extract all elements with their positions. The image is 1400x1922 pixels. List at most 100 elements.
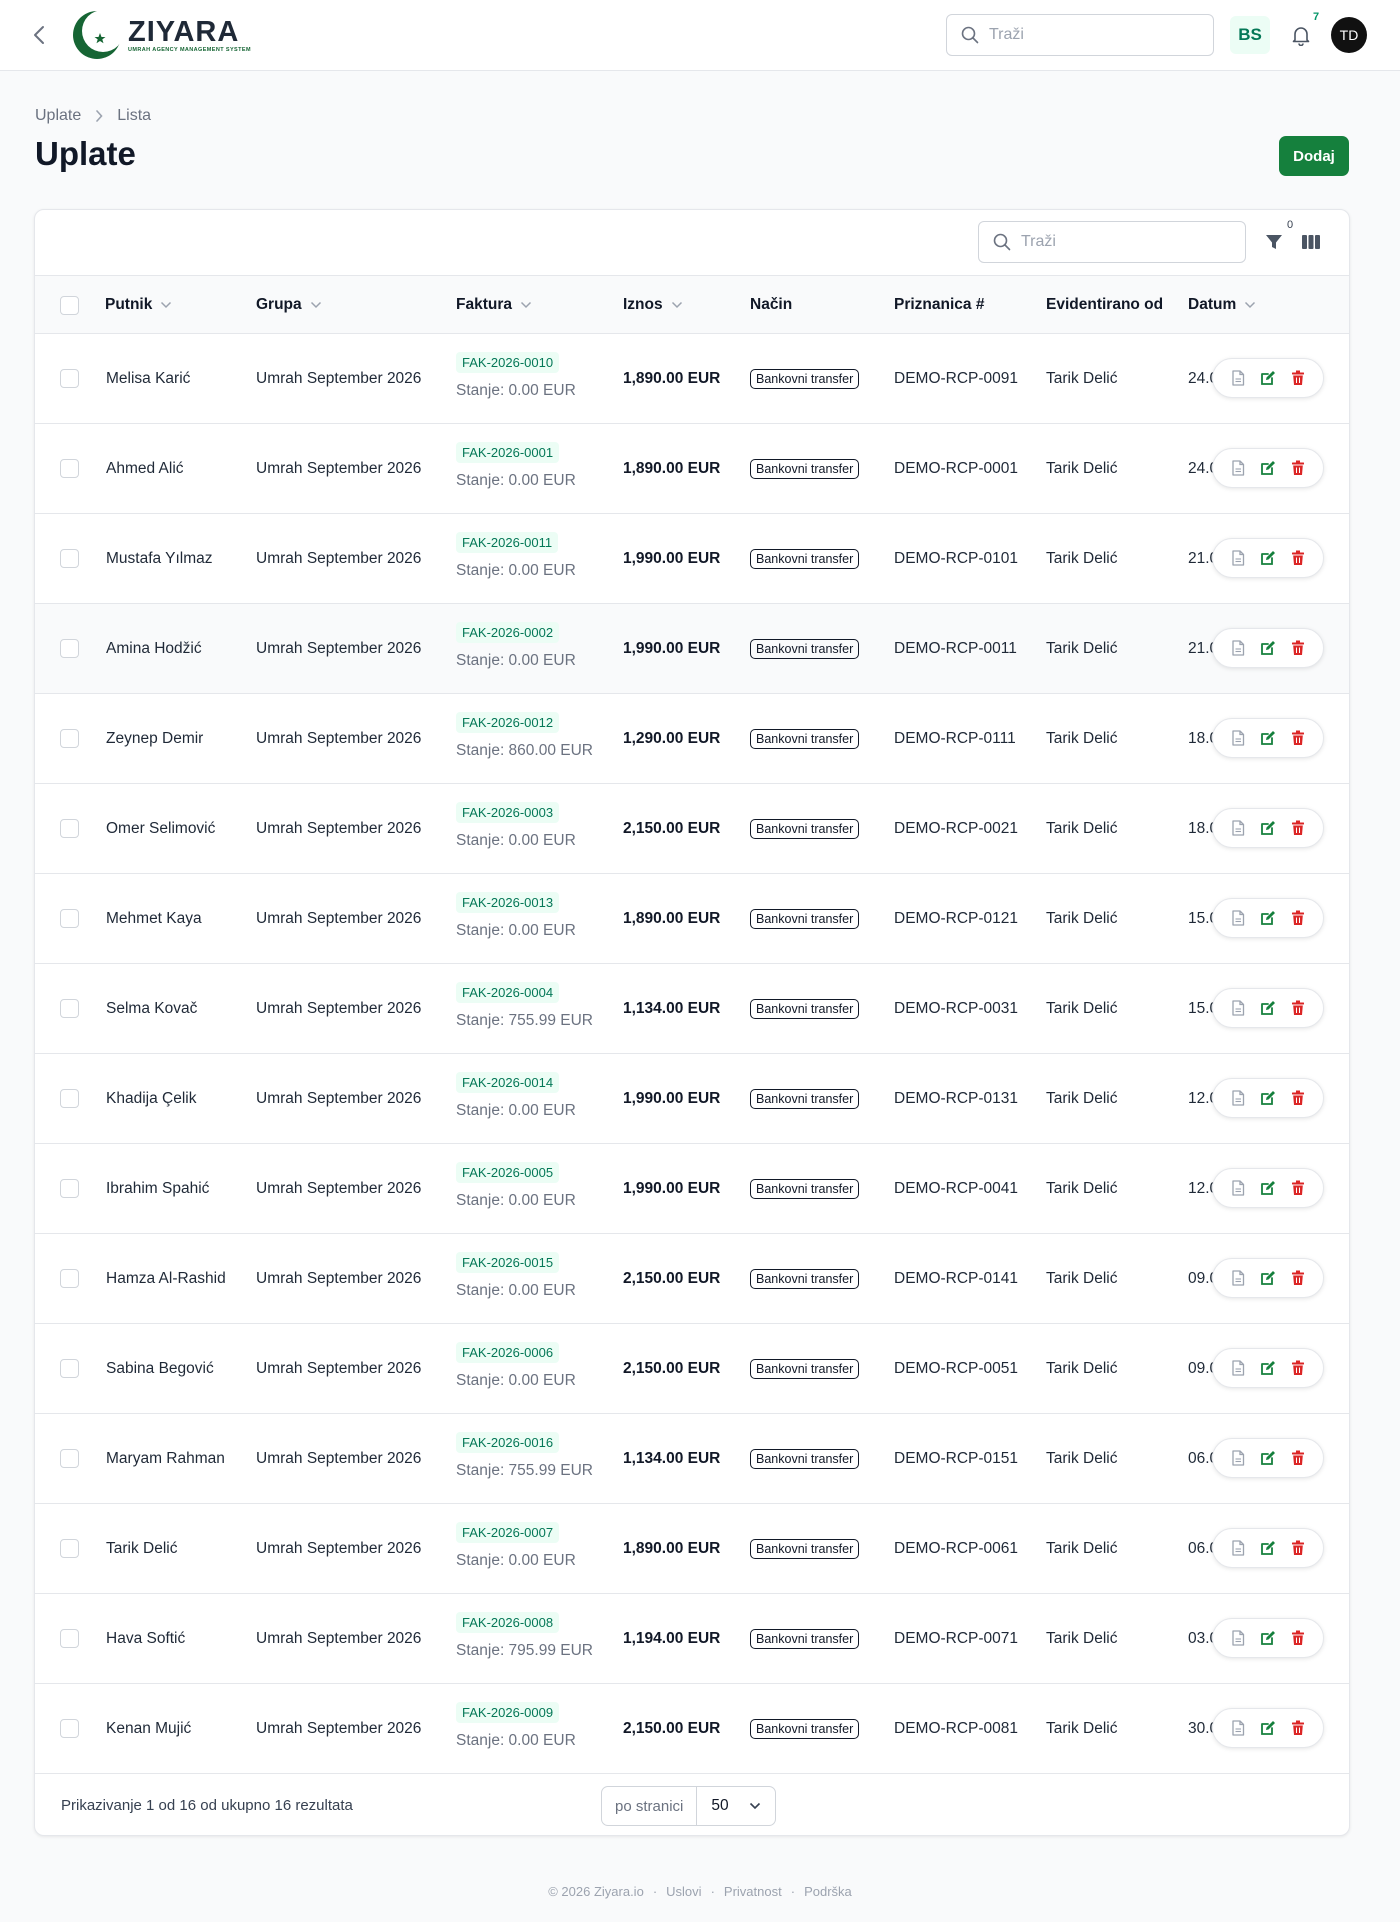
support-link[interactable]: Podrška xyxy=(804,1884,852,1899)
pdf-button[interactable] xyxy=(1227,727,1249,749)
edit-button[interactable] xyxy=(1257,727,1279,749)
edit-button[interactable] xyxy=(1257,457,1279,479)
edit-button[interactable] xyxy=(1257,907,1279,929)
terms-link[interactable]: Uslovi xyxy=(666,1884,701,1899)
table-row[interactable]: Maryam Rahman Umrah September 2026 FAK-202… xyxy=(35,1414,1349,1504)
invoice-badge[interactable]: FAK-2026-0016 xyxy=(456,1432,560,1453)
invoice-badge[interactable]: FAK-2026-0009 xyxy=(456,1702,560,1723)
invoice-badge[interactable]: FAK-2026-0007 xyxy=(456,1522,560,1543)
row-checkbox[interactable] xyxy=(60,549,79,568)
invoice-badge[interactable]: FAK-2026-0002 xyxy=(456,622,560,643)
delete-button[interactable] xyxy=(1287,1177,1309,1199)
pdf-button[interactable] xyxy=(1227,817,1249,839)
row-checkbox[interactable] xyxy=(60,459,79,478)
delete-button[interactable] xyxy=(1287,637,1309,659)
delete-button[interactable] xyxy=(1287,997,1309,1019)
delete-button[interactable] xyxy=(1287,1537,1309,1559)
delete-button[interactable] xyxy=(1287,1267,1309,1289)
table-row[interactable]: Khadija Çelik Umrah September 2026 FAK-202… xyxy=(35,1054,1349,1144)
back-button[interactable] xyxy=(26,22,52,48)
edit-button[interactable] xyxy=(1257,1627,1279,1649)
invoice-badge[interactable]: FAK-2026-0014 xyxy=(456,1072,560,1093)
pdf-button[interactable] xyxy=(1227,457,1249,479)
table-row[interactable]: Selma Kovač Umrah September 2026 FAK-2026-… xyxy=(35,964,1349,1054)
pdf-button[interactable] xyxy=(1227,1177,1249,1199)
edit-button[interactable] xyxy=(1257,1537,1279,1559)
row-checkbox[interactable] xyxy=(60,1719,79,1738)
invoice-badge[interactable]: FAK-2026-0005 xyxy=(456,1162,560,1183)
column-header-faktura[interactable]: Faktura xyxy=(456,276,532,334)
table-row[interactable]: Zeynep Demir Umrah September 2026 FAK-2026… xyxy=(35,694,1349,784)
row-checkbox[interactable] xyxy=(60,1449,79,1468)
edit-button[interactable] xyxy=(1257,637,1279,659)
edit-button[interactable] xyxy=(1257,1177,1279,1199)
pdf-button[interactable] xyxy=(1227,1447,1249,1469)
pdf-button[interactable] xyxy=(1227,547,1249,569)
invoice-badge[interactable]: FAK-2026-0013 xyxy=(456,892,560,913)
filter-button[interactable] xyxy=(1260,228,1288,256)
pdf-button[interactable] xyxy=(1227,1627,1249,1649)
privacy-link[interactable]: Privatnost xyxy=(724,1884,782,1899)
row-checkbox[interactable] xyxy=(60,819,79,838)
language-switch[interactable]: BS xyxy=(1230,16,1270,54)
pdf-button[interactable] xyxy=(1227,1087,1249,1109)
table-row[interactable]: Mustafa Yılmaz Umrah September 2026 FAK-20… xyxy=(35,514,1349,604)
table-row[interactable]: Tarik Delić Umrah September 2026 FAK-2026-… xyxy=(35,1504,1349,1594)
row-checkbox[interactable] xyxy=(60,1539,79,1558)
column-header-iznos[interactable]: Iznos xyxy=(623,276,683,334)
table-search-input[interactable] xyxy=(1021,233,1221,251)
notifications-button[interactable] xyxy=(1286,20,1316,50)
table-row[interactable]: Mehmet Kaya Umrah September 2026 FAK-2026-… xyxy=(35,874,1349,964)
column-header-putnik[interactable]: Putnik xyxy=(105,276,172,334)
pdf-button[interactable] xyxy=(1227,367,1249,389)
delete-button[interactable] xyxy=(1287,907,1309,929)
row-checkbox[interactable] xyxy=(60,639,79,658)
pdf-button[interactable] xyxy=(1227,907,1249,929)
edit-button[interactable] xyxy=(1257,1717,1279,1739)
invoice-badge[interactable]: FAK-2026-0012 xyxy=(456,712,560,733)
column-header-datum[interactable]: Datum xyxy=(1188,276,1256,334)
invoice-badge[interactable]: FAK-2026-0011 xyxy=(456,532,559,553)
delete-button[interactable] xyxy=(1287,817,1309,839)
edit-button[interactable] xyxy=(1257,1267,1279,1289)
invoice-badge[interactable]: FAK-2026-0004 xyxy=(456,982,560,1003)
add-button[interactable]: Dodaj xyxy=(1279,136,1349,176)
pdf-button[interactable] xyxy=(1227,1267,1249,1289)
edit-button[interactable] xyxy=(1257,1447,1279,1469)
invoice-badge[interactable]: FAK-2026-0003 xyxy=(456,802,560,823)
row-checkbox[interactable] xyxy=(60,369,79,388)
delete-button[interactable] xyxy=(1287,367,1309,389)
delete-button[interactable] xyxy=(1287,1717,1309,1739)
select-all-checkbox[interactable] xyxy=(60,296,79,315)
edit-button[interactable] xyxy=(1257,817,1279,839)
pdf-button[interactable] xyxy=(1227,997,1249,1019)
pdf-button[interactable] xyxy=(1227,1537,1249,1559)
row-checkbox[interactable] xyxy=(60,909,79,928)
row-checkbox[interactable] xyxy=(60,1629,79,1648)
logo[interactable]: ZIYARA UMRAH AGENCY MANAGEMENT SYSTEM xyxy=(70,8,251,62)
row-checkbox[interactable] xyxy=(60,1359,79,1378)
delete-button[interactable] xyxy=(1287,1087,1309,1109)
row-checkbox[interactable] xyxy=(60,1179,79,1198)
row-checkbox[interactable] xyxy=(60,729,79,748)
avatar[interactable]: TD xyxy=(1331,17,1367,53)
row-checkbox[interactable] xyxy=(60,1089,79,1108)
table-row[interactable]: Ahmed Alić Umrah September 2026 FAK-2026-0… xyxy=(35,424,1349,514)
pdf-button[interactable] xyxy=(1227,637,1249,659)
column-header-grupa[interactable]: Grupa xyxy=(256,276,322,334)
table-row[interactable]: Hamza Al-Rashid Umrah September 2026 FAK-2… xyxy=(35,1234,1349,1324)
table-search[interactable] xyxy=(978,221,1246,263)
delete-button[interactable] xyxy=(1287,1357,1309,1379)
edit-button[interactable] xyxy=(1257,997,1279,1019)
table-row[interactable]: Sabina Begović Umrah September 2026 FAK-20… xyxy=(35,1324,1349,1414)
delete-button[interactable] xyxy=(1287,457,1309,479)
edit-button[interactable] xyxy=(1257,1087,1279,1109)
edit-button[interactable] xyxy=(1257,1357,1279,1379)
delete-button[interactable] xyxy=(1287,547,1309,569)
pdf-button[interactable] xyxy=(1227,1357,1249,1379)
global-search-input[interactable] xyxy=(989,26,1189,44)
global-search[interactable] xyxy=(946,14,1214,56)
invoice-badge[interactable]: FAK-2026-0010 xyxy=(456,352,560,373)
table-row[interactable]: Amina Hodžić Umrah September 2026 FAK-2026… xyxy=(35,604,1349,694)
table-row[interactable]: Hava Softić Umrah September 2026 FAK-2026-… xyxy=(35,1594,1349,1684)
